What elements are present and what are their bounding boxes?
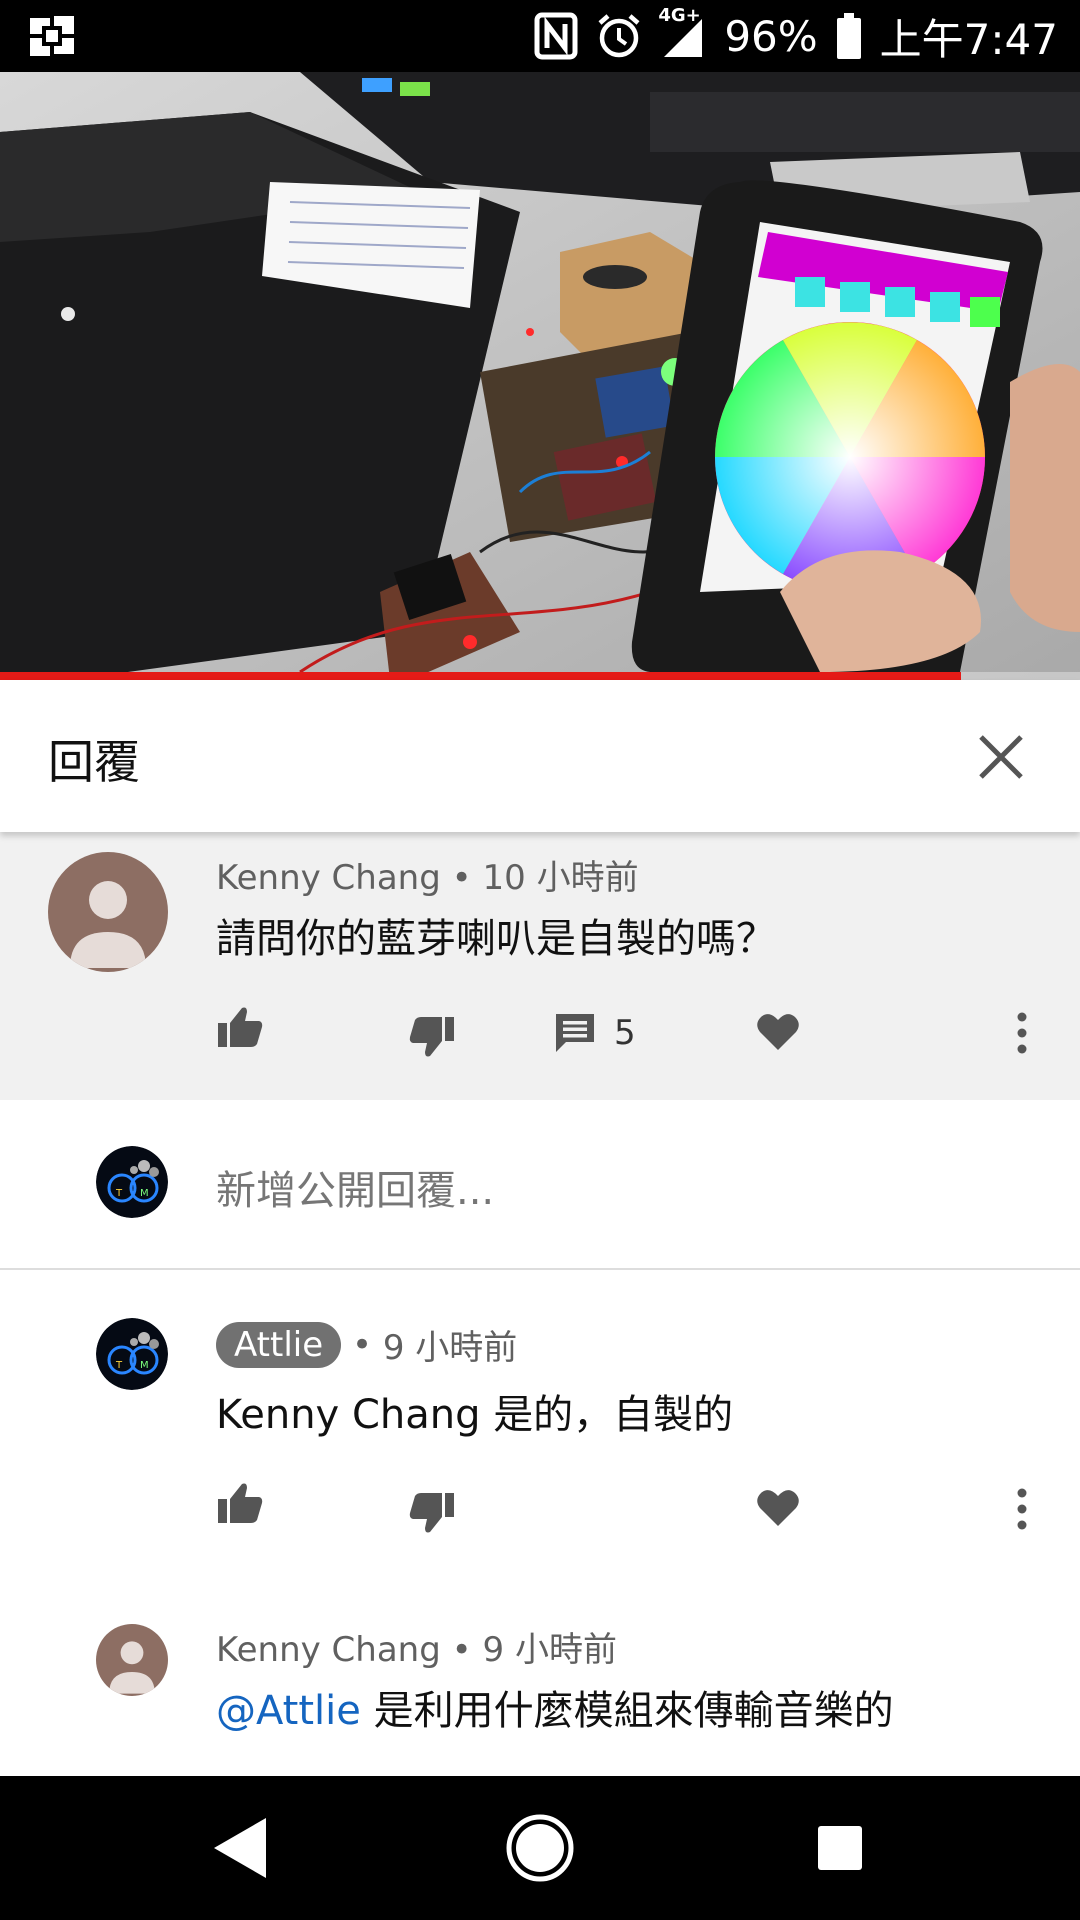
comment-time: 9 小時前 [382,1328,518,1368]
mention-link[interactable]: @Attlie [216,1688,361,1734]
svg-text:M: M [140,1188,149,1199]
video-progress-bar[interactable] [0,672,1080,680]
more-options-button[interactable] [1016,1474,1028,1544]
reply-item: Kenny Chang • 9 小時前 @Attlie 是利用什麼模組來傳輸音樂… [0,1572,1080,1776]
comment-meta: Attlie • 9 小時前 [216,1320,517,1369]
comment-time: 9 小時前 [482,1630,617,1670]
svg-text:T: T [115,1188,123,1199]
heart-icon [757,1490,799,1526]
comment-text: @Attlie 是利用什麼模組來傳輸音樂的 [216,1678,894,1736]
more-options-button[interactable] [1016,998,1028,1068]
video-progress-fill [0,672,962,680]
dislike-button[interactable] [408,1478,456,1548]
heart-button[interactable] [756,996,800,1066]
default-avatar-icon [96,1624,168,1696]
battery-percent: 96% [724,11,818,61]
video-player[interactable] [0,72,1080,680]
clock: 上午7:47 [879,14,1058,64]
nfc-icon [534,12,578,60]
add-reply-input[interactable]: 新增公開回覆... [216,1158,494,1216]
thumb-up-icon [218,1483,263,1523]
app-notification-icon [30,16,74,56]
network-type: 4G+ [658,5,701,26]
default-avatar-icon [48,852,168,972]
reply-count: 5 [614,1013,636,1053]
comment-author[interactable]: Kenny Chang [216,1630,441,1670]
reply-panel-header: 回覆 [0,680,1080,832]
like-button[interactable] [216,1468,264,1538]
svg-text:T: T [115,1360,123,1371]
home-button[interactable] [460,1776,620,1920]
avatar[interactable] [96,1624,168,1696]
status-bar: 4G+ 96% 上午7:47 [0,0,1080,72]
close-button[interactable] [958,714,1044,800]
like-button[interactable] [216,992,264,1062]
comment-actions: 5 [216,992,1080,1062]
dislike-button[interactable] [408,1002,456,1072]
more-vert-icon [1017,1012,1027,1054]
comment-time: 10 小時前 [482,858,639,898]
svg-text:M: M [140,1360,149,1371]
close-icon [979,735,1023,779]
back-button[interactable] [160,1776,320,1920]
add-reply-row: TM 新增公開回覆... [0,1100,1080,1270]
battery-icon [836,13,862,59]
current-user-avatar: TM [96,1146,168,1218]
heart-icon [757,1014,799,1050]
parent-comment: Kenny Chang • 10 小時前 請問你的藍芽喇叭是自製的嗎？ 5 [0,832,1080,1100]
recents-button[interactable] [760,1776,920,1920]
thumb-down-icon [409,1493,454,1533]
author-badge[interactable]: Attlie [216,1321,342,1368]
comment-text: Kenny Chang 是的，自製的 [216,1392,734,1438]
avatar[interactable]: TM [96,1318,168,1390]
reply-panel-title: 回覆 [48,735,140,789]
meta-separator: • [451,1630,483,1670]
comment-meta: Kenny Chang • 10 小時前 [216,850,639,899]
comment-icon [556,1014,594,1052]
comment-meta: Kenny Chang • 9 小時前 [216,1622,617,1671]
back-triangle-icon [214,1818,266,1878]
status-icons: 4G+ 96% 上午7:47 [534,0,1058,72]
meta-separator: • [451,858,483,898]
reply-button[interactable]: 5 [554,998,636,1068]
channel-logo-icon: TM [96,1318,168,1390]
signal-icon: 4G+ [658,5,706,59]
heart-button[interactable] [756,1472,800,1542]
avatar[interactable] [48,852,168,972]
more-vert-icon [1017,1488,1027,1530]
comment-author[interactable]: Kenny Chang [216,858,441,898]
comment-text: 請問你的藍芽喇叭是自製的嗎？ [216,916,776,962]
thumb-up-icon [218,1007,263,1047]
navigation-bar [0,1776,1080,1920]
video-frame [0,72,1080,680]
thumb-down-icon [409,1017,454,1057]
meta-separator: • [341,1324,383,1365]
comment-actions [216,1468,1080,1538]
channel-logo-icon: TM [96,1146,168,1218]
reply-item: TM Attlie • 9 小時前 Kenny Chang 是的，自製的 [0,1272,1080,1572]
home-circle-icon [506,1814,574,1882]
recents-square-icon [818,1826,862,1870]
comment-body: 是利用什麼模組來傳輸音樂的 [360,1688,894,1734]
alarm-icon [596,13,642,59]
